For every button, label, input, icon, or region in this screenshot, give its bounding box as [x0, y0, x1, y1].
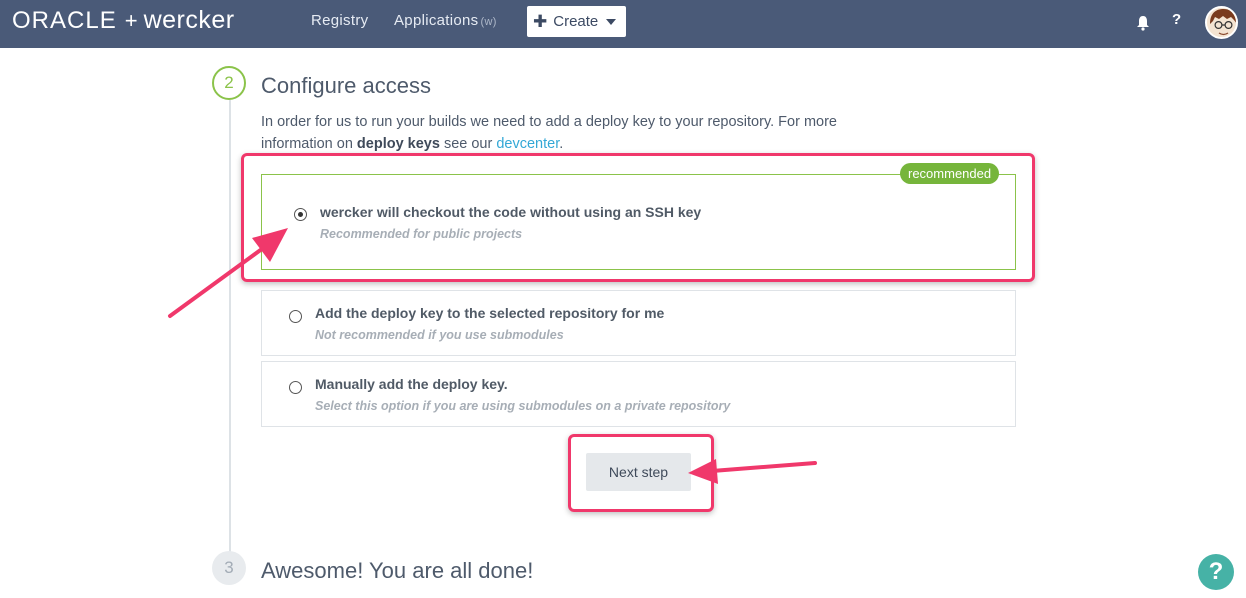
intro-text: In order for us to run your builds we ne… [261, 111, 881, 155]
section-title-configure-access: Configure access [261, 73, 431, 98]
create-button-label: Create [553, 13, 599, 30]
radio-add-deploy-key[interactable] [289, 310, 302, 323]
radio-manual-deploy-key[interactable] [289, 381, 302, 394]
nav-applications-label: Applications [394, 12, 479, 29]
section-title-all-done: Awesome! You are all done! [261, 558, 534, 583]
devcenter-link[interactable]: devcenter [496, 136, 559, 152]
option-title: Add the deploy key to the selected repos… [315, 305, 665, 321]
option-title: Manually add the deploy key. [315, 376, 508, 392]
intro-text-part2: see our [439, 136, 497, 152]
nav-registry-label: Registry [311, 12, 369, 29]
option-subtitle: Select this option if you are using subm… [315, 399, 731, 413]
question-icon[interactable]: ? [1172, 11, 1181, 28]
annotation-highlight-next-button [568, 434, 714, 512]
step-number-current: 2 [212, 66, 246, 100]
nav-registry-link[interactable]: Registry [311, 12, 368, 29]
step-number-next: 3 [212, 551, 246, 585]
option-add-deploy-key[interactable]: Add the deploy key to the selected repos… [261, 290, 1016, 356]
intro-text-bold: deploy keys [356, 136, 440, 152]
create-button[interactable]: ✚ Create [527, 6, 626, 37]
option-manual-deploy-key[interactable]: Manually add the deploy key. Select this… [261, 361, 1016, 427]
plus-icon: ✚ [533, 11, 548, 31]
help-chat-button[interactable]: ? [1198, 554, 1234, 590]
top-nav-bar: ORACLE + wercker Registry Applications (w… [0, 0, 1246, 48]
annotation-highlight-option [241, 153, 1035, 282]
logo-product: wercker [143, 6, 235, 34]
nav-applications-link[interactable]: Applications (w) [394, 12, 497, 29]
avatar-image [1207, 8, 1236, 37]
chevron-down-icon [606, 18, 617, 25]
oracle-wercker-logo[interactable]: ORACLE + wercker [12, 6, 235, 36]
logo-plus: + [124, 8, 138, 33]
bell-icon[interactable] [1136, 15, 1150, 31]
intro-text-end: . [559, 136, 564, 152]
step-rail [229, 100, 231, 556]
nav-applications-shortcut: (w) [480, 16, 497, 28]
logo-brand: ORACLE [12, 7, 117, 34]
option-subtitle: Not recommended if you use submodules [315, 328, 564, 342]
avatar[interactable] [1205, 6, 1238, 39]
